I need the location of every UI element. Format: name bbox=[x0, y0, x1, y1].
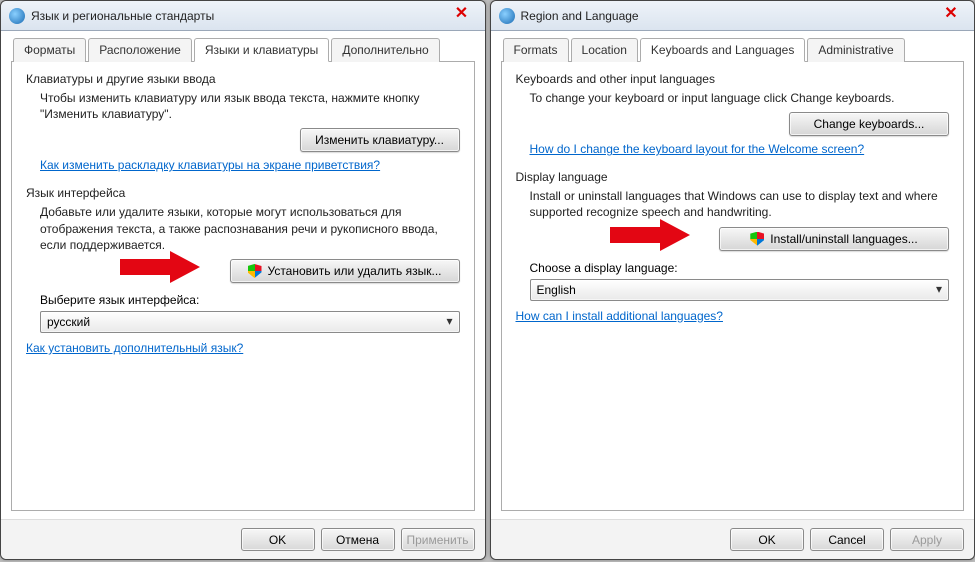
close-button[interactable]: ✕ bbox=[445, 5, 479, 23]
region-window-en: Region and Language ✕ Formats Location K… bbox=[490, 0, 975, 560]
globe-icon bbox=[9, 8, 25, 24]
display-language-combo[interactable]: русский bbox=[40, 311, 460, 333]
keyboards-desc: Чтобы изменить клавиатуру или язык ввода… bbox=[40, 90, 460, 122]
change-keyboards-button[interactable]: Изменить клавиатуру... bbox=[300, 128, 460, 152]
display-language-combo[interactable]: English bbox=[530, 279, 950, 301]
install-uninstall-lang-button[interactable]: Установить или удалить язык... bbox=[230, 259, 460, 283]
client-area: Форматы Расположение Языки и клавиатуры … bbox=[1, 31, 485, 519]
combo-value: English bbox=[537, 283, 576, 297]
titlebar[interactable]: Язык и региональные стандарты ✕ bbox=[1, 1, 485, 31]
apply-button[interactable]: Apply bbox=[890, 528, 964, 551]
tab-page: Клавиатуры и другие языки ввода Чтобы из… bbox=[11, 62, 475, 511]
dialog-button-row: OK Cancel Apply bbox=[491, 519, 975, 559]
tab-keyboards[interactable]: Языки и клавиатуры bbox=[194, 38, 329, 62]
button-label: Change keyboards... bbox=[814, 117, 925, 131]
client-area: Formats Location Keyboards and Languages… bbox=[491, 31, 975, 519]
tab-administrative[interactable]: Дополнительно bbox=[331, 38, 439, 62]
button-label: Install/uninstall languages... bbox=[770, 232, 917, 246]
cancel-button[interactable]: Отмена bbox=[321, 528, 395, 551]
window-title: Язык и региональные стандарты bbox=[31, 9, 214, 23]
tab-formats[interactable]: Formats bbox=[503, 38, 569, 62]
button-label: Установить или удалить язык... bbox=[268, 264, 442, 278]
additional-languages-link[interactable]: Как установить дополнительный язык? bbox=[26, 341, 460, 355]
close-button[interactable]: ✕ bbox=[934, 5, 968, 23]
tab-administrative[interactable]: Administrative bbox=[807, 38, 904, 62]
uac-shield-icon bbox=[750, 232, 764, 246]
region-window-ru: Язык и региональные стандарты ✕ Форматы … bbox=[0, 0, 486, 560]
choose-lang-label: Выберите язык интерфейса: bbox=[40, 293, 460, 307]
combo-value: русский bbox=[47, 315, 90, 329]
tab-page: Keyboards and other input languages To c… bbox=[501, 62, 965, 511]
additional-languages-link[interactable]: How can I install additional languages? bbox=[516, 309, 950, 323]
choose-lang-label: Choose a display language: bbox=[530, 261, 950, 275]
change-keyboards-button[interactable]: Change keyboards... bbox=[789, 112, 949, 136]
apply-button[interactable]: Применить bbox=[401, 528, 475, 551]
tab-location[interactable]: Location bbox=[571, 38, 638, 62]
group-displaylang-title: Display language bbox=[516, 170, 950, 184]
install-uninstall-lang-button[interactable]: Install/uninstall languages... bbox=[719, 227, 949, 251]
cancel-button[interactable]: Cancel bbox=[810, 528, 884, 551]
ok-button[interactable]: OK bbox=[730, 528, 804, 551]
tabstrip: Formats Location Keyboards and Languages… bbox=[501, 37, 965, 62]
welcome-keyboard-link[interactable]: How do I change the keyboard layout for … bbox=[530, 142, 865, 156]
tab-formats[interactable]: Форматы bbox=[13, 38, 86, 62]
group-keyboards-title: Keyboards and other input languages bbox=[516, 72, 950, 86]
welcome-keyboard-link[interactable]: Как изменить раскладку клавиатуры на экр… bbox=[40, 158, 380, 172]
group-displaylang-title: Язык интерфейса bbox=[26, 186, 460, 200]
titlebar[interactable]: Region and Language ✕ bbox=[491, 1, 975, 31]
dialog-button-row: OK Отмена Применить bbox=[1, 519, 485, 559]
tabstrip: Форматы Расположение Языки и клавиатуры … bbox=[11, 37, 475, 62]
tab-location[interactable]: Расположение bbox=[88, 38, 192, 62]
globe-icon bbox=[499, 8, 515, 24]
keyboards-desc: To change your keyboard or input languag… bbox=[530, 90, 950, 106]
tab-keyboards[interactable]: Keyboards and Languages bbox=[640, 38, 805, 62]
button-label: Изменить клавиатуру... bbox=[315, 133, 444, 147]
group-keyboards-title: Клавиатуры и другие языки ввода bbox=[26, 72, 460, 86]
uac-shield-icon bbox=[248, 264, 262, 278]
displaylang-desc: Добавьте или удалите языки, которые могу… bbox=[40, 204, 460, 253]
window-title: Region and Language bbox=[521, 9, 639, 23]
ok-button[interactable]: OK bbox=[241, 528, 315, 551]
displaylang-desc: Install or uninstall languages that Wind… bbox=[530, 188, 950, 220]
